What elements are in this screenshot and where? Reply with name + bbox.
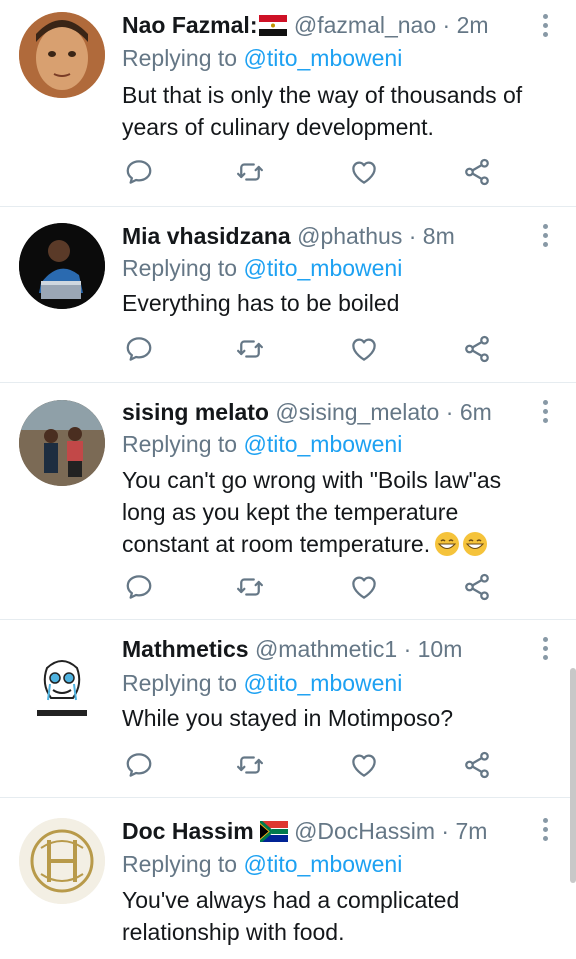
avatar[interactable] (19, 644, 105, 730)
display-name[interactable]: sising melato (122, 399, 269, 425)
tweet-text: While you stayed in Motimposo? (122, 702, 536, 734)
tweet-text: But that is only the way of thousands of… (122, 79, 536, 143)
mention-link[interactable]: @tito_mboweni (243, 255, 402, 281)
separator-dot: · (403, 636, 412, 662)
egypt-flag-icon (259, 13, 288, 36)
tweet-text-line: years of culinary development. (122, 114, 434, 140)
user-handle[interactable]: @DocHassim (294, 818, 435, 844)
replying-prefix: Replying to (122, 670, 244, 696)
avatar[interactable] (19, 223, 105, 309)
more-vertical-icon[interactable] (540, 400, 550, 426)
mention-link[interactable]: @tito_mboweni (243, 670, 402, 696)
replying-prefix: Replying to (122, 45, 244, 71)
tweet-card[interactable]: sising melato @sising_melato · 6m Replyi… (0, 383, 576, 620)
replying-to: Replying to @tito_mboweni (122, 849, 402, 879)
mention-link[interactable]: @tito_mboweni (243, 431, 402, 457)
tweet-card[interactable]: Mia vhasidzana @phathus · 8m Replying to… (0, 207, 576, 383)
more-vertical-icon[interactable] (540, 637, 550, 663)
mention-link[interactable]: @tito_mboweni (243, 45, 402, 71)
more-vertical-icon[interactable] (540, 224, 550, 250)
grinning-face-icon (462, 531, 488, 557)
heart-icon[interactable] (349, 750, 379, 780)
retweet-icon[interactable] (235, 157, 265, 187)
share-icon[interactable] (462, 750, 492, 780)
tweet-text-line: You've always had a complicated (122, 887, 460, 913)
avatar[interactable] (19, 400, 105, 486)
tweet-text-line-with-emoji: constant at room temperature. (122, 528, 536, 560)
user-handle[interactable]: @sising_melato (275, 399, 439, 425)
tweet-text-line: Everything has to be boiled (122, 290, 400, 316)
share-icon[interactable] (462, 334, 492, 364)
tweet-text-line: long as you kept the temperature (122, 499, 459, 525)
action-bar (122, 750, 502, 780)
tweet-card[interactable]: Mathmetics @mathmetic1 · 10m Replying to… (0, 620, 576, 798)
timestamp[interactable]: 7m (455, 818, 487, 844)
user-handle[interactable]: @fazmal_nao (294, 12, 436, 38)
reply-icon[interactable] (124, 750, 154, 780)
replying-prefix: Replying to (122, 851, 244, 877)
tweet-header: Mathmetics @mathmetic1 · 10m (122, 634, 516, 664)
reply-icon[interactable] (124, 572, 154, 602)
tweet-text: You've always had a complicated relation… (122, 884, 536, 948)
avatar[interactable] (19, 12, 105, 98)
display-name[interactable]: Mia vhasidzana (122, 223, 291, 249)
replying-prefix: Replying to (122, 255, 244, 281)
heart-icon[interactable] (349, 157, 379, 187)
mention-link[interactable]: @tito_mboweni (243, 851, 402, 877)
reply-icon[interactable] (124, 157, 154, 187)
south-africa-flag-icon (258, 819, 288, 844)
action-bar (122, 334, 502, 364)
timestamp[interactable]: 6m (460, 399, 492, 425)
avatar[interactable] (19, 818, 105, 904)
heart-icon[interactable] (349, 334, 379, 364)
replying-to: Replying to @tito_mboweni (122, 429, 402, 459)
grinning-face-icon (434, 531, 460, 557)
tweet-text-line: relationship with food. (122, 919, 345, 945)
action-bar (122, 157, 502, 187)
separator-dot: · (442, 12, 451, 38)
tweet-header: Doc Hassim @DocHassim · 7m (122, 816, 516, 846)
action-bar (122, 572, 502, 602)
tweet-text: Everything has to be boiled (122, 287, 536, 319)
share-icon[interactable] (462, 572, 492, 602)
tweet-card[interactable]: Doc Hassim @DocHassim · 7m Replying to @… (0, 798, 576, 959)
tweet-text-line: You can't go wrong with "Boils law"as (122, 467, 502, 493)
user-handle[interactable]: @mathmetic1 (255, 636, 397, 662)
reply-icon[interactable] (124, 334, 154, 364)
replying-to: Replying to @tito_mboweni (122, 253, 402, 283)
timestamp[interactable]: 2m (457, 12, 489, 38)
replying-to: Replying to @tito_mboweni (122, 43, 402, 73)
display-name[interactable]: Nao Fazmal: (122, 12, 257, 38)
timestamp[interactable]: 10m (418, 636, 463, 662)
tweet-text: You can't go wrong with "Boils law"as lo… (122, 464, 536, 560)
separator-dot: · (441, 818, 450, 844)
user-handle[interactable]: @phathus (297, 223, 402, 249)
separator-dot: · (408, 223, 417, 249)
tweet-card[interactable]: Nao Fazmal: @fazmal_nao · 2m Replying to… (0, 0, 576, 207)
retweet-icon[interactable] (235, 750, 265, 780)
tweet-text-line: constant at room temperature. (122, 531, 431, 557)
tweet-header: Nao Fazmal: @fazmal_nao · 2m (122, 10, 516, 40)
tweet-text-line: But that is only the way of thousands of (122, 82, 523, 108)
replying-prefix: Replying to (122, 431, 244, 457)
more-vertical-icon[interactable] (540, 14, 550, 40)
separator-dot: · (445, 399, 454, 425)
display-name[interactable]: Mathmetics (122, 636, 249, 662)
tweet-header: Mia vhasidzana @phathus · 8m (122, 221, 516, 251)
replying-to: Replying to @tito_mboweni (122, 668, 402, 698)
retweet-icon[interactable] (235, 334, 265, 364)
share-icon[interactable] (462, 157, 492, 187)
retweet-icon[interactable] (235, 572, 265, 602)
tweet-header: sising melato @sising_melato · 6m (122, 397, 516, 427)
tweet-text-line: While you stayed in Motimposo? (122, 705, 454, 731)
timestamp[interactable]: 8m (423, 223, 455, 249)
more-vertical-icon[interactable] (540, 818, 550, 844)
heart-icon[interactable] (349, 572, 379, 602)
display-name[interactable]: Doc Hassim (122, 818, 254, 844)
scrollbar[interactable] (570, 668, 576, 883)
